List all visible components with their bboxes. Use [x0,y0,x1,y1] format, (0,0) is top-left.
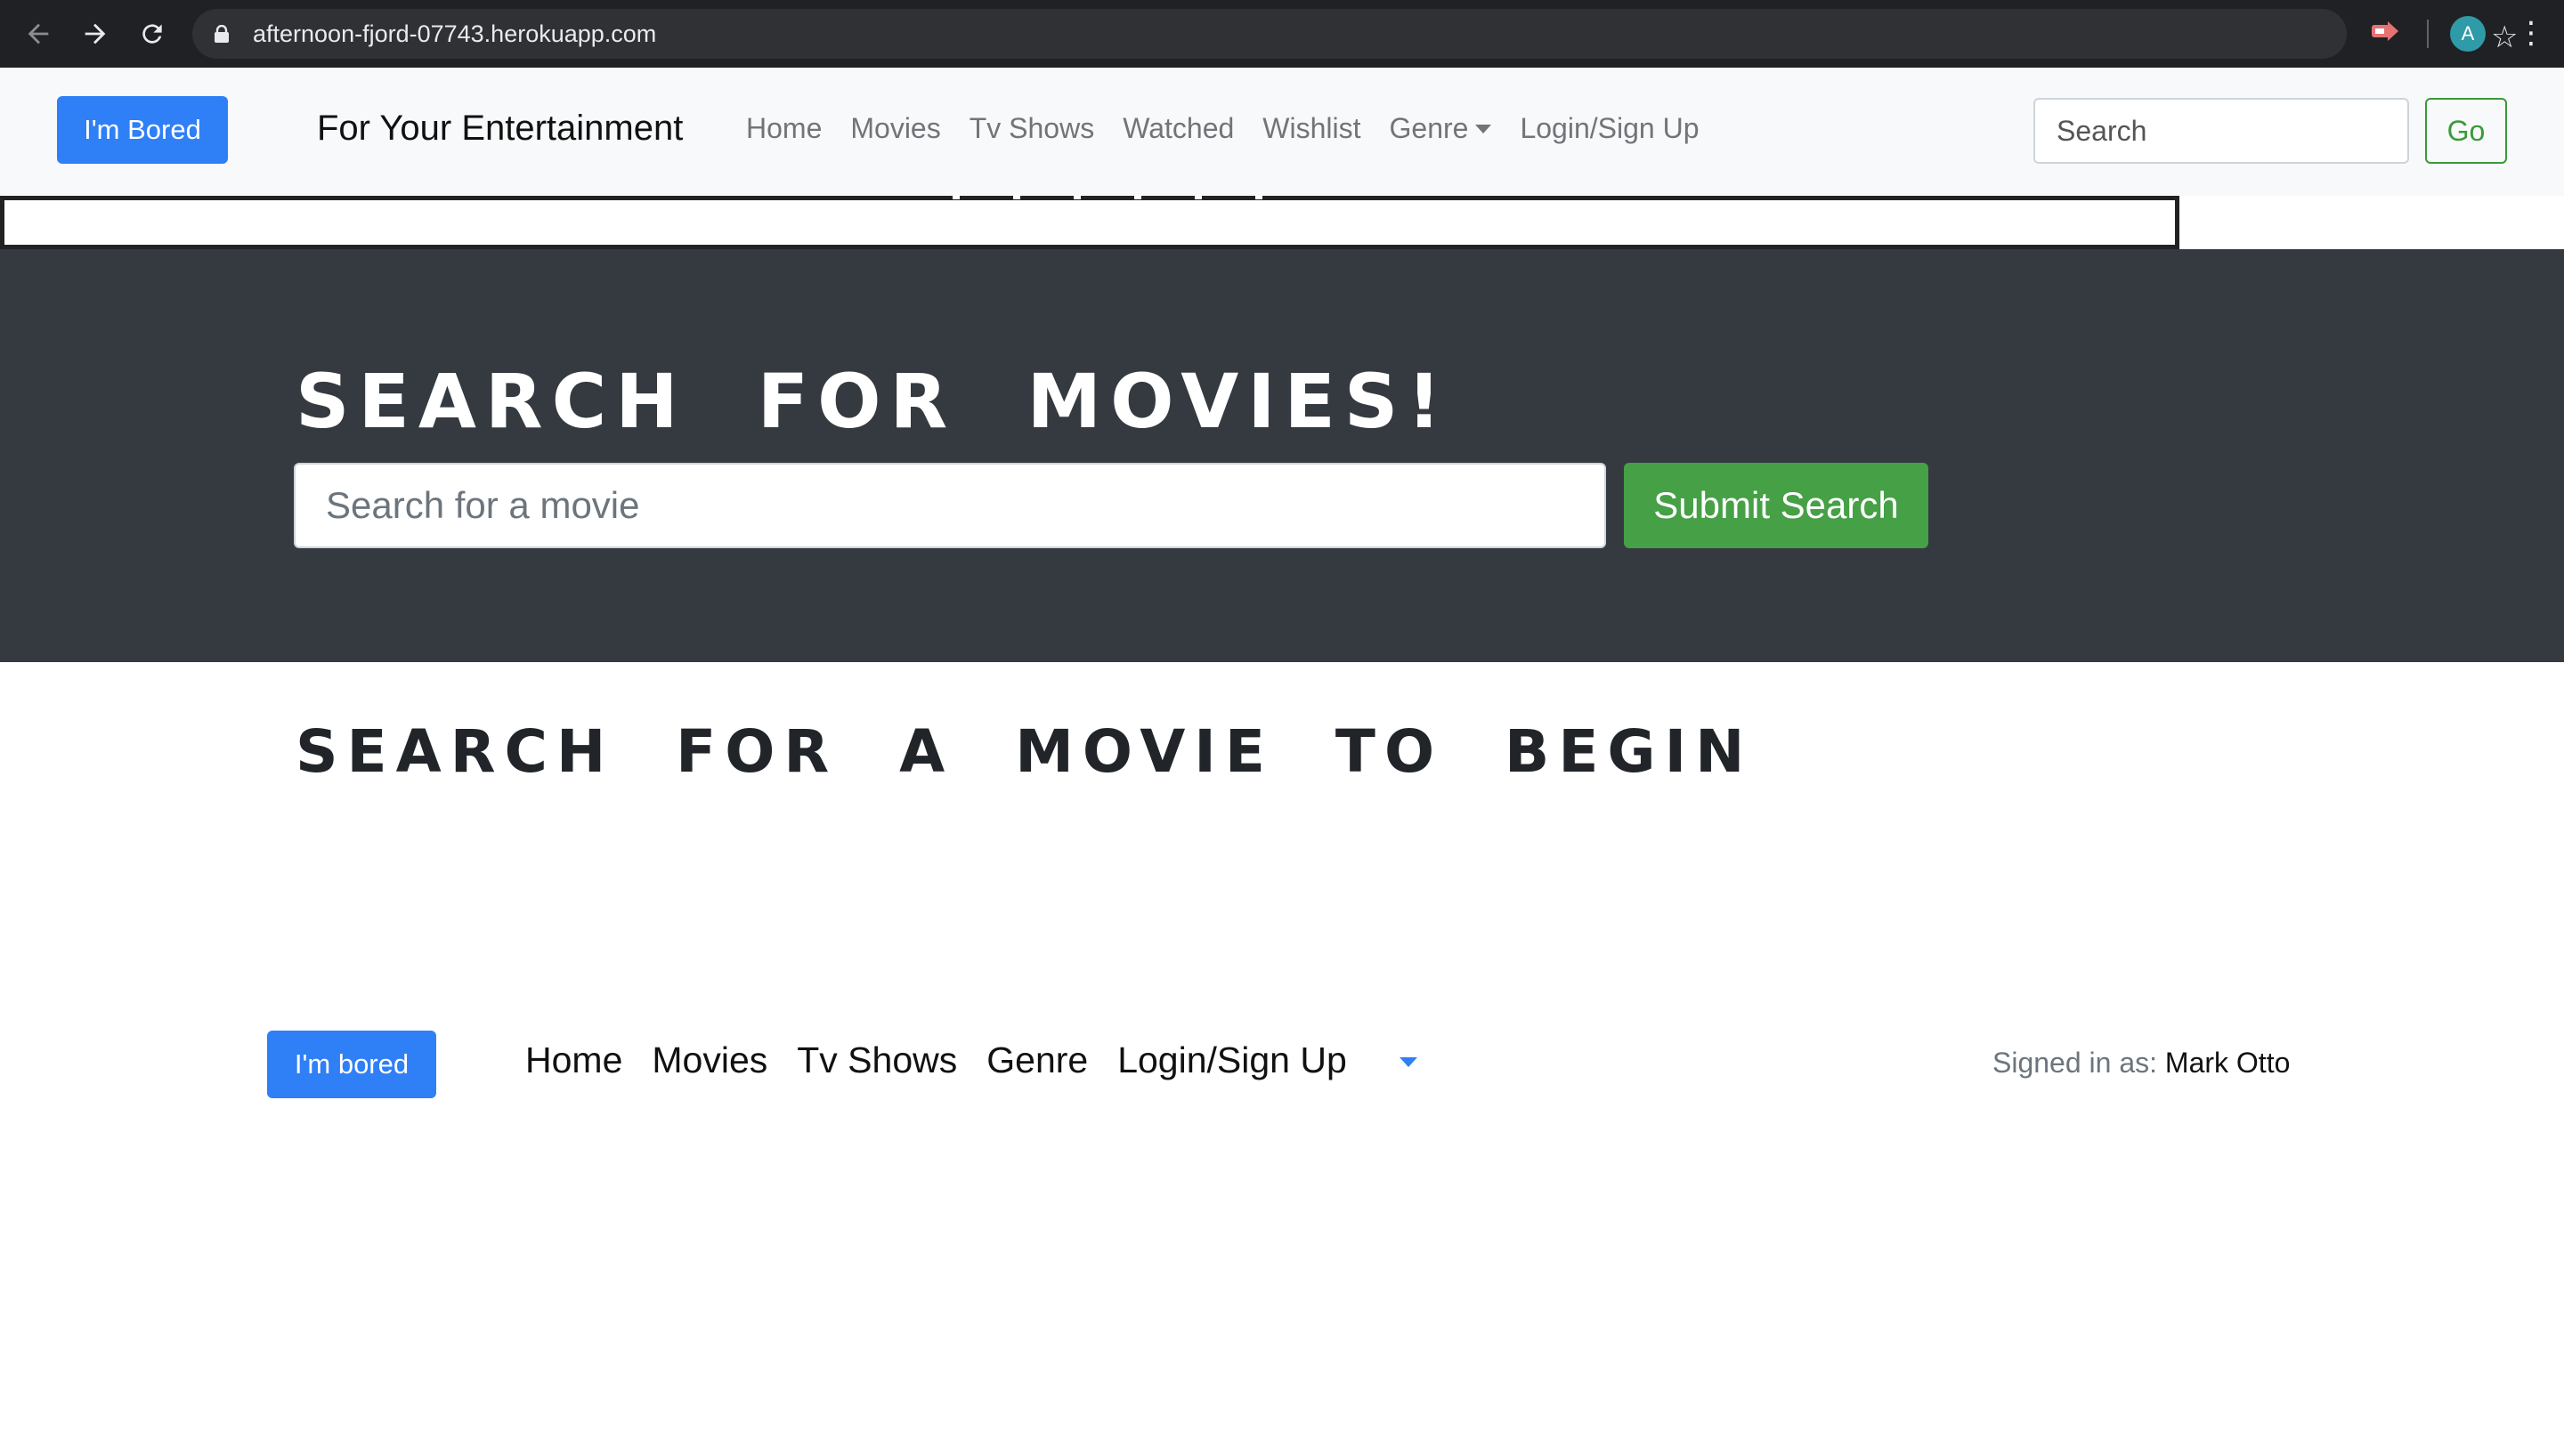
menu-kebab-icon[interactable]: ⋮ [2516,14,2546,52]
caret-down-icon [1475,124,1492,133]
bottom-nav-links: Home Movies Tv Shows Genre Login/Sign Up [525,1039,1376,1081]
back-arrow-icon[interactable] [20,15,57,53]
bottom-nav-movies[interactable]: Movies [652,1039,767,1081]
im-bored-button[interactable]: I'm Bored [57,96,228,164]
bottom-nav-genre[interactable]: Genre [986,1039,1088,1081]
signed-in-user[interactable]: Mark Otto [2165,1047,2290,1079]
nav-home[interactable]: Home [746,112,822,145]
reload-icon[interactable] [134,15,171,53]
toolbar-divider [2427,20,2429,48]
im-bored-button-secondary[interactable]: I'm bored [267,1031,436,1098]
nav-genre-label: Genre [1389,112,1469,144]
forward-arrow-icon[interactable] [77,15,114,53]
nav-genre-dropdown[interactable]: Genre [1390,112,1492,145]
go-button[interactable]: Go [2425,98,2507,164]
hero-search-section: SEARCH FOR MOVIES! Submit Search [0,249,2564,662]
strip-marks [899,196,1277,199]
bottom-nav-login-signup[interactable]: Login/Sign Up [1117,1039,1347,1081]
nav-login-signup[interactable]: Login/Sign Up [1520,112,1699,145]
nav-tv-shows[interactable]: Tv Shows [970,112,1094,145]
bottom-nav-tv-shows[interactable]: Tv Shows [797,1039,957,1081]
bookmark-star-icon[interactable]: ☆ [2491,20,2518,55]
url-text: afternoon-fjord-07743.herokuapp.com [253,20,657,47]
signed-in-label: Signed in as: [1992,1047,2165,1079]
bottom-nav-home[interactable]: Home [525,1039,622,1081]
address-bar[interactable]: afternoon-fjord-07743.herokuapp.com ☆ [192,9,2518,59]
results-empty-message: SEARCH FOR A MOVIE TO BEGIN [296,717,1754,786]
browser-toolbar: afternoon-fjord-07743.herokuapp.com ☆ A … [0,0,2564,68]
signed-in-status: Signed in as: Mark Otto [1992,1047,2290,1080]
movie-search-input[interactable] [294,463,1606,548]
top-navbar: I'm Bored For Your Entertainment Home Mo… [0,68,2564,196]
nav-wishlist[interactable]: Wishlist [1262,112,1360,145]
dropdown-caret-icon[interactable] [1400,1057,1417,1067]
hero-title: SEARCH FOR MOVIES! [296,358,1450,445]
outlined-banner-strip [0,196,2179,249]
nav-watched[interactable]: Watched [1123,112,1234,145]
brand-title[interactable]: For Your Entertainment [317,109,683,149]
extension-icon[interactable] [2372,21,2398,41]
lock-icon [215,25,229,43]
nav-links: Home Movies Tv Shows Watched Wishlist Ge… [746,112,1727,145]
nav-movies[interactable]: Movies [850,112,940,145]
profile-avatar[interactable]: A [2450,16,2486,52]
submit-search-button[interactable]: Submit Search [1624,463,1928,548]
navbar-search-input[interactable] [2033,98,2409,164]
